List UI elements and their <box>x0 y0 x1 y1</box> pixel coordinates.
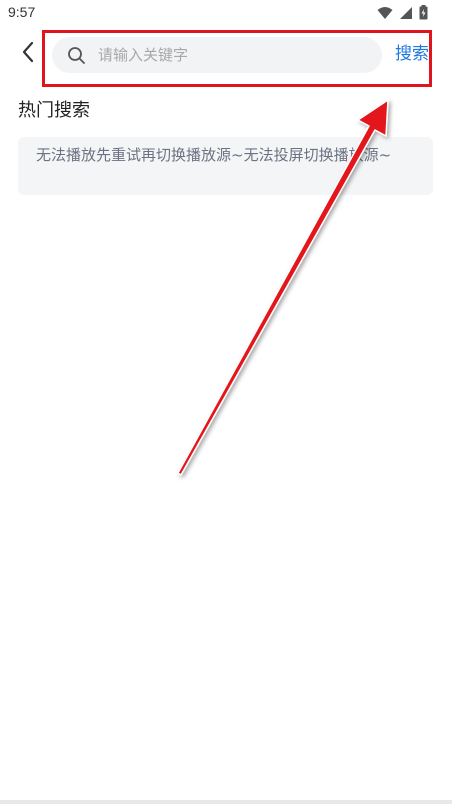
battery-icon <box>419 5 428 20</box>
bottom-divider <box>0 800 452 804</box>
status-bar: 9:57 <box>0 0 452 26</box>
wifi-icon <box>377 6 393 20</box>
status-time: 9:57 <box>8 4 36 20</box>
status-icons <box>377 5 428 20</box>
search-box[interactable] <box>52 37 382 73</box>
signal-icon <box>399 6 413 20</box>
hot-search-item[interactable]: 无法播放先重试再切换播放源~无法投屏切换播放源~ <box>18 137 433 195</box>
back-button[interactable] <box>14 40 42 68</box>
search-icon <box>66 45 86 65</box>
search-input[interactable] <box>96 39 370 71</box>
search-button[interactable]: 搜索 <box>395 42 429 66</box>
hot-search-title: 热门搜索 <box>18 100 90 121</box>
chevron-left-icon <box>21 41 35 67</box>
